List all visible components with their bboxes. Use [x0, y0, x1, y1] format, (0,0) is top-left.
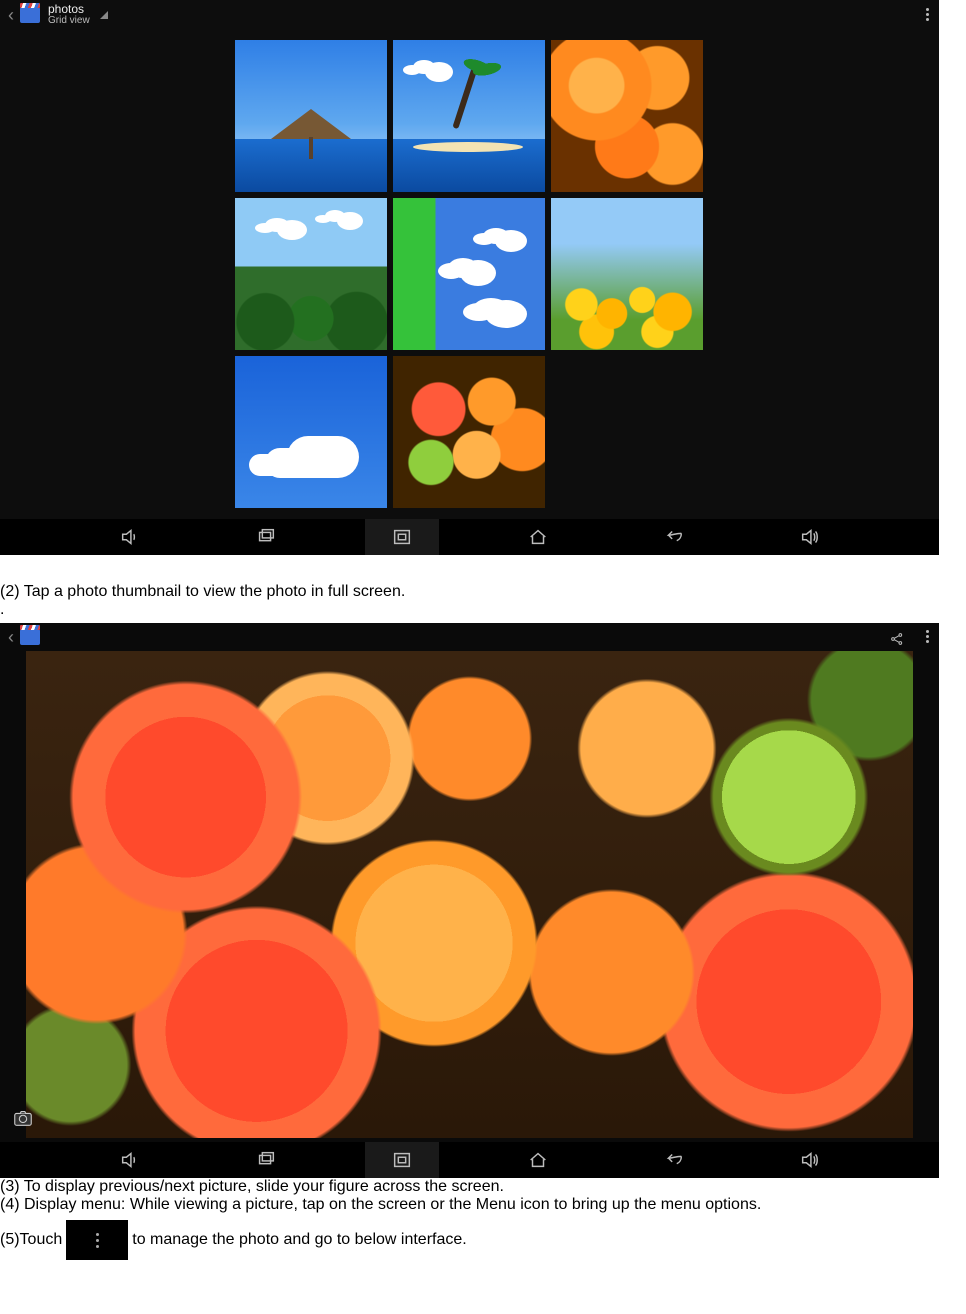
instruction-step-5a: (5)Touch [0, 1231, 62, 1249]
photo-thumbnail[interactable] [235, 356, 387, 508]
volume-up-icon[interactable] [773, 1142, 847, 1178]
share-icon[interactable] [889, 631, 905, 652]
title-column: photos Grid view [48, 3, 90, 27]
screenshot-icon[interactable] [365, 519, 439, 555]
app-title: photos [48, 3, 90, 15]
photo-thumbnail[interactable] [551, 40, 703, 192]
instruction-step-4: (4) Display menu: While viewing a pictur… [0, 1196, 966, 1214]
volume-down-icon[interactable] [93, 1142, 167, 1178]
app-logo-icon [20, 7, 40, 23]
screenshot-grid-view: ‹ photos Grid view [0, 0, 939, 555]
photo-thumbnail[interactable] [393, 356, 545, 508]
app-logo-icon [20, 629, 40, 645]
recent-apps-icon[interactable] [229, 1142, 303, 1178]
instruction-step-3: (3) To display previous/next picture, sl… [0, 1178, 966, 1196]
overflow-menu-icon [96, 1233, 99, 1248]
top-bar: ‹ [0, 625, 939, 649]
home-icon[interactable] [501, 519, 575, 555]
recent-apps-icon[interactable] [229, 519, 303, 555]
back-icon[interactable]: ‹ [8, 627, 14, 648]
dropdown-indicator-icon[interactable] [100, 11, 108, 19]
camera-icon[interactable] [12, 1107, 34, 1134]
overflow-menu-icon[interactable] [926, 630, 929, 643]
screenshot-fullscreen-photo: ‹ [0, 623, 939, 1178]
overflow-menu-icon[interactable] [926, 8, 929, 21]
photo-thumbnail[interactable] [235, 40, 387, 192]
photo-thumbnail[interactable] [393, 40, 545, 192]
volume-down-icon[interactable] [93, 519, 167, 555]
photo-grid [235, 40, 703, 508]
screenshot-icon[interactable] [365, 1142, 439, 1178]
app-subtitle[interactable]: Grid view [48, 15, 90, 27]
instruction-step-5b: to manage the photo and go to below inte… [132, 1231, 466, 1249]
menu-button-graphic [66, 1220, 128, 1260]
photo-thumbnail[interactable] [551, 198, 703, 350]
instruction-block: (3) To display previous/next picture, sl… [0, 1178, 966, 1260]
fullscreen-photo[interactable] [26, 651, 913, 1138]
home-icon[interactable] [501, 1142, 575, 1178]
volume-up-icon[interactable] [773, 519, 847, 555]
photo-thumbnail[interactable] [393, 198, 545, 350]
instruction-step-2: (2) Tap a photo thumbnail to view the ph… [0, 583, 966, 601]
instruction-dot: . [0, 601, 966, 619]
instruction-step-5: (5)Touch to manage the photo and go to b… [0, 1220, 966, 1260]
back-icon[interactable]: ‹ [8, 5, 14, 26]
top-bar: ‹ photos Grid view [0, 2, 939, 28]
photo-thumbnail[interactable] [235, 198, 387, 350]
back-nav-icon[interactable] [637, 1142, 711, 1178]
system-nav-bar [0, 519, 939, 555]
system-nav-bar [0, 1142, 939, 1178]
back-nav-icon[interactable] [637, 519, 711, 555]
